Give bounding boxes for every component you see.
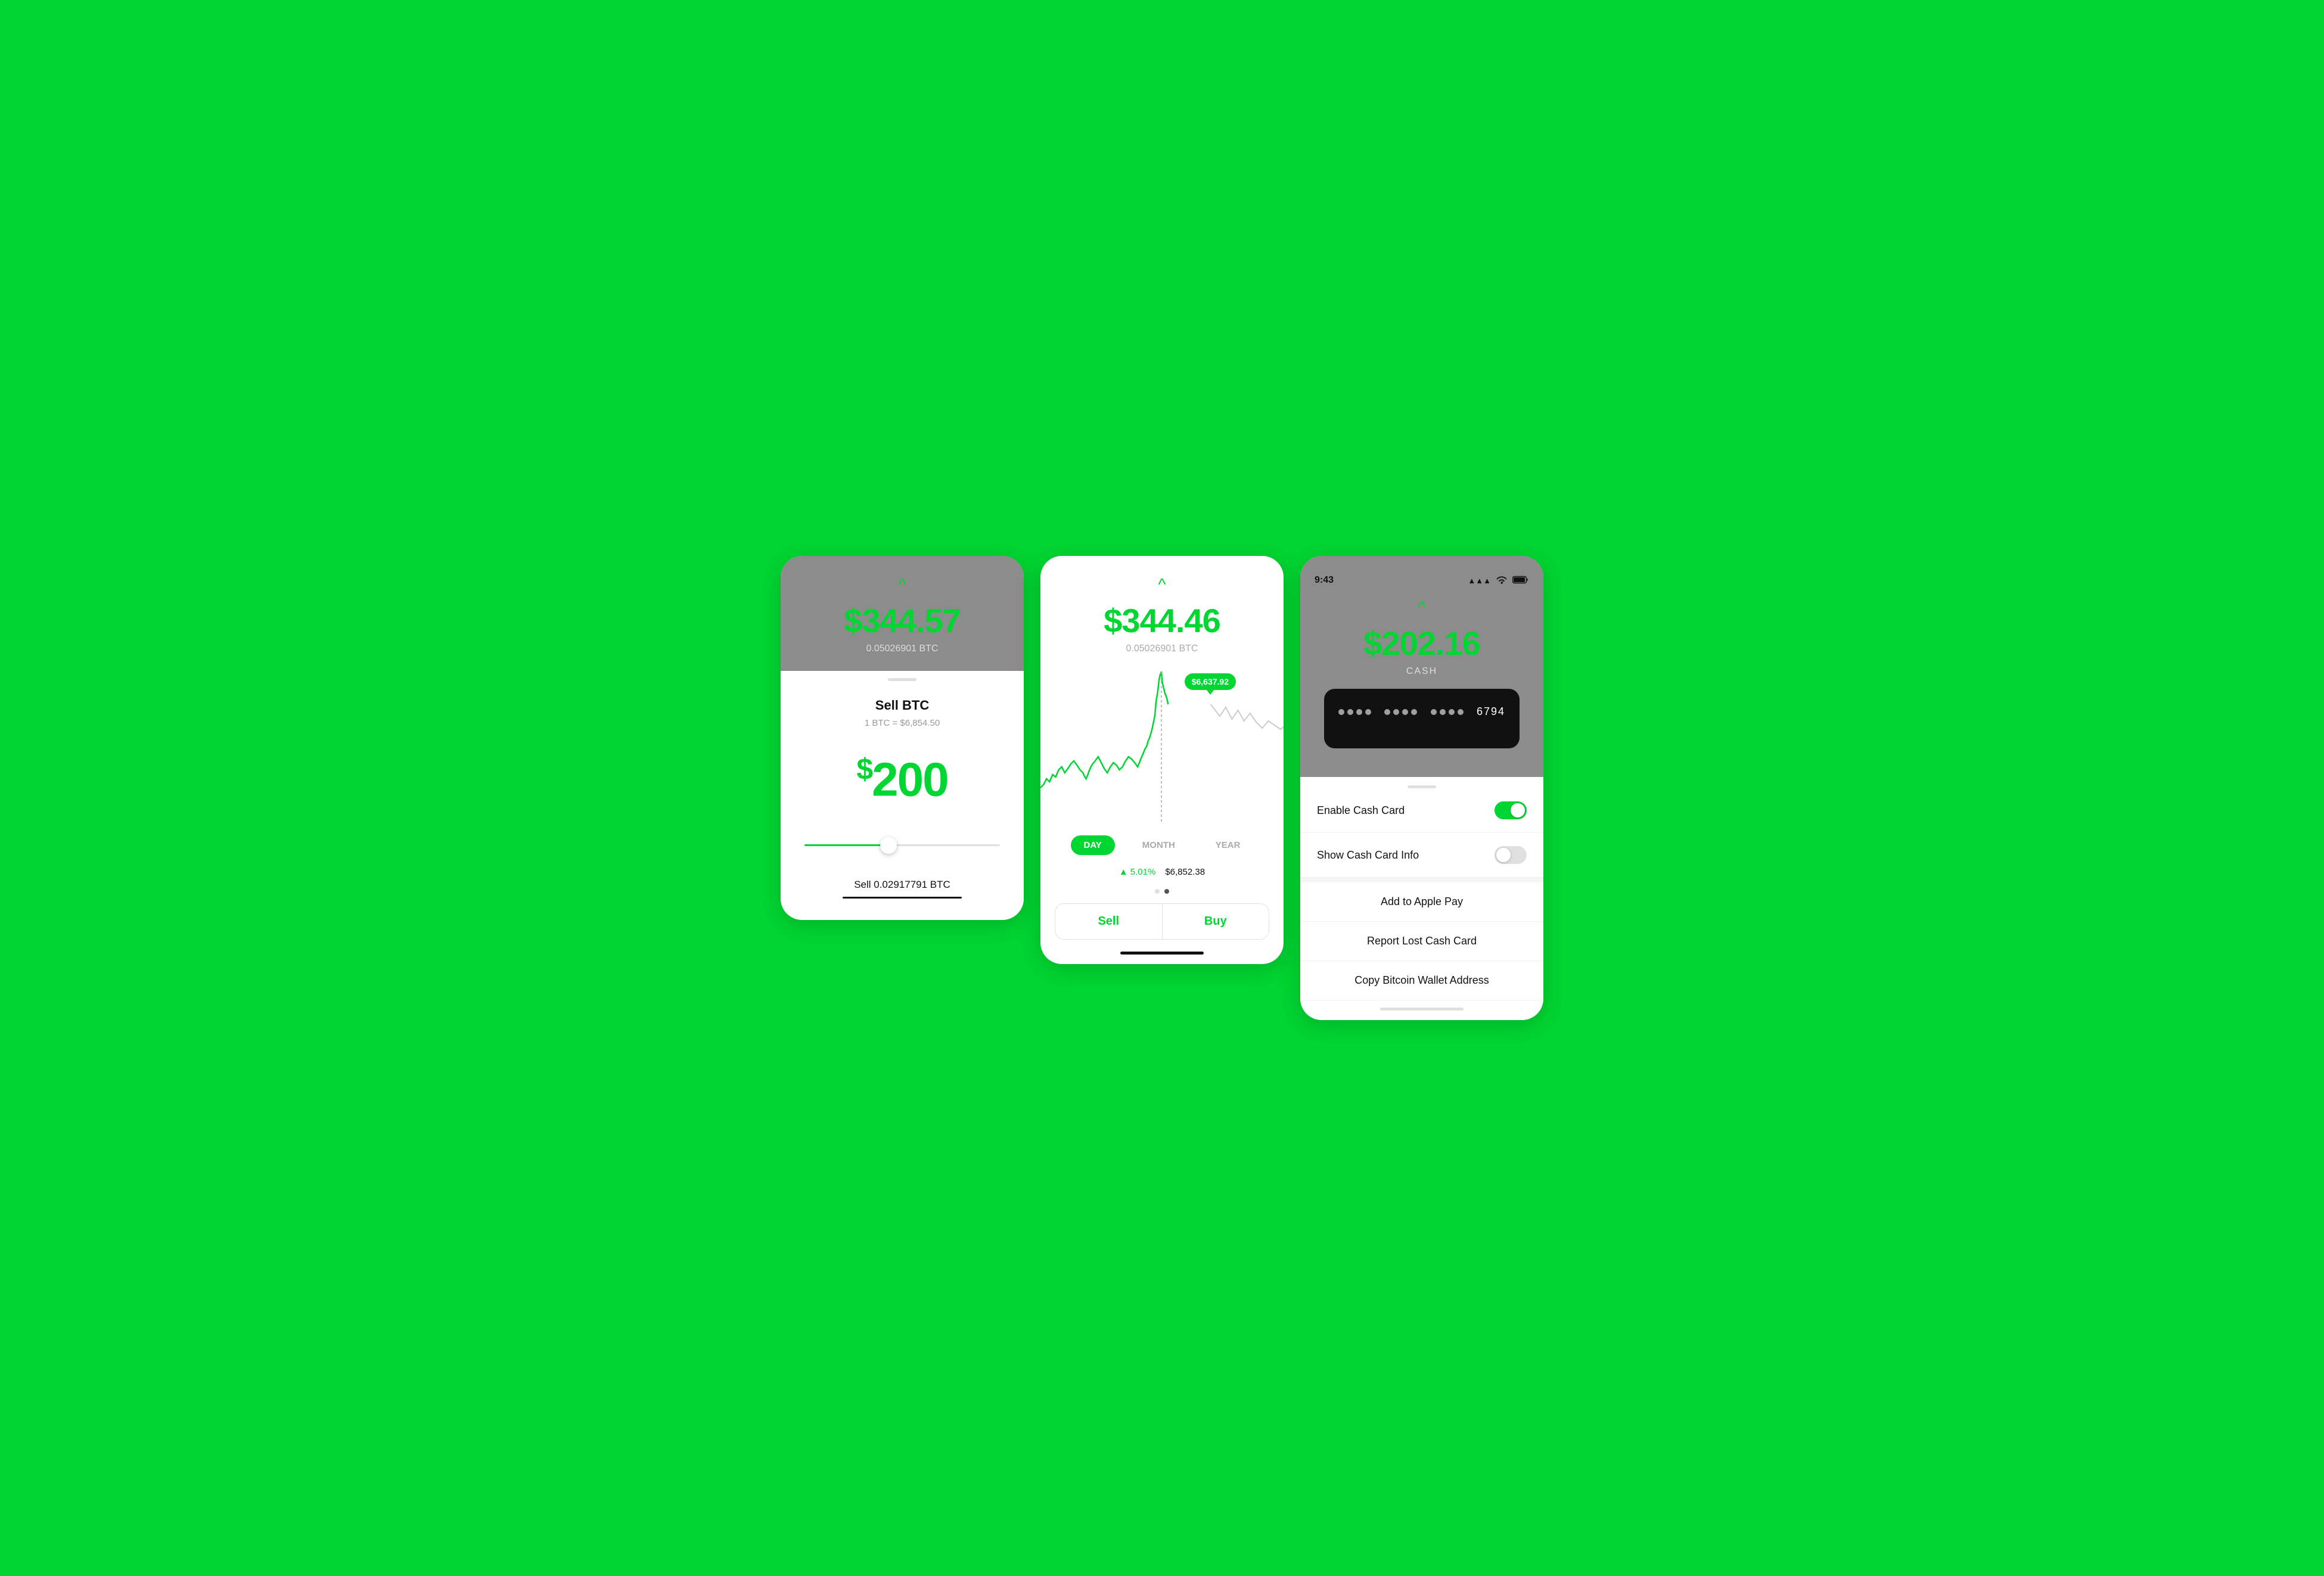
chart-stats: ▲ 5.01% $6,852.38 [1040,862,1284,884]
sell-btc-label: Sell 0.02917791 BTC [800,879,1005,891]
dot-2 [1164,889,1169,894]
status-bar: 9:43 ▲▲▲ [1315,575,1529,586]
card-dot [1458,709,1464,715]
sell-underline [843,897,962,899]
chart-price-value: $6,852.38 [1165,867,1205,877]
card-dot [1365,709,1371,715]
chart-tooltip: $6,637.92 [1185,673,1236,690]
dot-1 [1155,889,1160,894]
card-last4-digits: 6794 [1477,705,1505,718]
card-dots-group-1 [1338,709,1371,715]
cash-label: CASH [1315,666,1529,677]
slider-thumb[interactable] [880,837,897,854]
show-cash-card-info-toggle[interactable] [1495,846,1527,864]
card-dot [1449,709,1455,715]
tab-month[interactable]: MONTH [1129,835,1188,855]
time-tabs: DAY MONTH YEAR [1040,828,1284,862]
screen-sell-btc: ^ $344.57 0.05026901 BTC Sell BTC 1 BTC … [781,556,1024,920]
show-cash-card-info-label: Show Cash Card Info [1317,849,1419,862]
screen1-top: ^ $344.57 0.05026901 BTC [781,556,1024,671]
signal-icon: ▲▲▲ [1468,576,1491,585]
report-lost-cash-card-button[interactable]: Report Lost Cash Card [1300,922,1543,961]
enable-cash-card-label: Enable Cash Card [1317,804,1405,817]
card-dot [1431,709,1437,715]
btc-balance-amount: $344.57 [795,601,1009,640]
home-indicator [1120,952,1204,955]
screen2-btc-sub: 0.05026901 BTC [1055,644,1269,654]
screen3-chevron-up-icon[interactable]: ^ [1315,598,1529,617]
buy-button[interactable]: Buy [1163,904,1269,939]
status-bar-time: 9:43 [1315,575,1334,586]
cash-balance-amount: $202.16 [1315,624,1529,663]
screen3-top: 9:43 ▲▲▲ [1300,556,1543,777]
enable-cash-card-row[interactable]: Enable Cash Card [1300,788,1543,833]
screen3-bottom: Enable Cash Card Show Cash Card Info Add… [1300,785,1543,1020]
card-dot [1338,709,1344,715]
pct-value: 5.01% [1130,867,1156,877]
add-to-apple-pay-button[interactable]: Add to Apple Pay [1300,882,1543,922]
btc-current-price: $344.46 [1055,601,1269,640]
card-dots-row: 6794 [1338,705,1505,718]
card-dots-group-3 [1431,709,1464,715]
sell-btc-rate: 1 BTC = $6,854.50 [800,718,1005,728]
sell-slider-container[interactable] [804,836,1000,855]
chevron-up-icon[interactable]: ^ [795,575,1009,594]
show-cash-card-info-row[interactable]: Show Cash Card Info [1300,833,1543,878]
card-dot [1402,709,1408,715]
sell-amount-number: 200 [872,753,947,806]
card-dot [1393,709,1399,715]
card-dot [1411,709,1417,715]
toggle-thumb [1511,803,1525,817]
screen-cash-card: 9:43 ▲▲▲ [1300,556,1543,1020]
cash-card-widget: 6794 [1324,689,1520,748]
slider-track [804,844,1000,846]
btc-balance-sub: 0.05026901 BTC [795,644,1009,654]
battery-icon [1512,576,1529,586]
screen1-bottom: Sell BTC 1 BTC = $6,854.50 $200 Sell 0.0… [781,661,1024,920]
status-bar-icons: ▲▲▲ [1468,576,1529,586]
card-dot [1347,709,1353,715]
tab-year[interactable]: YEAR [1203,835,1254,855]
btc-line-chart [1040,669,1284,823]
dollar-sign: $ [856,753,872,786]
pct-arrow-icon: ▲ [1119,867,1128,877]
screen2-chevron-up-icon[interactable]: ^ [1055,575,1269,594]
sell-amount-display: $200 [800,752,1005,807]
toggle-thumb-2 [1496,848,1511,862]
chart-pct-change: ▲ 5.01% [1119,867,1155,877]
wifi-icon [1496,576,1508,586]
card-dot [1440,709,1446,715]
pagination-dots [1040,884,1284,903]
screen2-top: ^ $344.46 0.05026901 BTC [1040,556,1284,664]
sell-btc-title: Sell BTC [800,698,1005,713]
btc-chart-area: $6,637.92 [1040,669,1284,823]
enable-cash-card-toggle[interactable] [1495,801,1527,819]
sell-button[interactable]: Sell [1055,904,1163,939]
screens-container: ^ $344.57 0.05026901 BTC Sell BTC 1 BTC … [781,556,1543,1020]
card-dots-group-2 [1384,709,1417,715]
tab-day[interactable]: DAY [1071,835,1115,855]
drag-handle[interactable] [888,678,916,681]
action-buttons: Sell Buy [1055,903,1269,940]
menu-divider [1300,878,1543,882]
card-dot [1356,709,1362,715]
screen-btc-chart: ^ $344.46 0.05026901 BTC $6,637.92 DAY M… [1040,556,1284,964]
copy-bitcoin-wallet-button[interactable]: Copy Bitcoin Wallet Address [1300,961,1543,1000]
screen3-home-indicator [1380,1008,1464,1011]
card-dot [1384,709,1390,715]
